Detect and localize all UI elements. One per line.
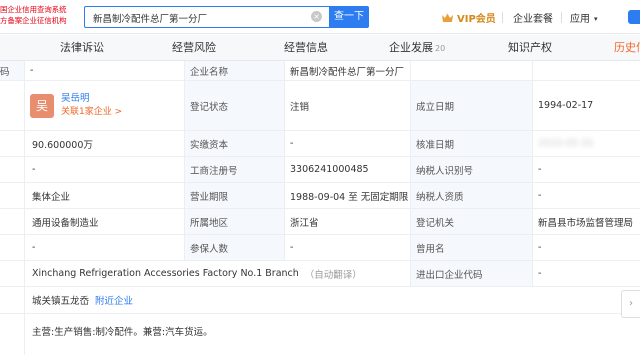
table-row: - 参保人数 - 曾用名 - bbox=[0, 235, 640, 261]
field-label: 登记状态 bbox=[184, 81, 284, 130]
divider bbox=[24, 61, 25, 355]
apps-menu[interactable]: 应用 ▾ bbox=[570, 10, 598, 25]
field-label: 登记机关 bbox=[410, 209, 532, 234]
tab-count: 20 bbox=[435, 44, 446, 53]
field-label: 成立日期 bbox=[410, 81, 532, 130]
field-value: 浙江省 bbox=[290, 217, 319, 229]
legal-rep-block: 吴 吴岳明 关联1家企业 > bbox=[30, 92, 122, 119]
field-label: 参保人数 bbox=[184, 235, 284, 260]
section-tabs: 法律诉讼 经营风险 经营信息 企业发展20 知识产权 历史信 bbox=[0, 35, 640, 61]
tab-label: 知识产权 bbox=[508, 41, 552, 54]
crown-icon bbox=[442, 13, 453, 22]
tab-risk[interactable]: 经营风险 bbox=[172, 35, 216, 61]
apps-label: 应用 bbox=[570, 14, 590, 25]
legal-rep-cell: 吴 吴岳明 关联1家企业 > bbox=[24, 81, 184, 130]
field-value: - bbox=[538, 268, 542, 279]
tab-business-info[interactable]: 经营信息 bbox=[284, 35, 328, 61]
field-value: 330624100048​5 bbox=[290, 164, 369, 175]
divider bbox=[184, 61, 185, 261]
chevron-right-icon[interactable]: › bbox=[621, 290, 640, 318]
field-label: 码 bbox=[0, 61, 24, 80]
field-value: - bbox=[32, 164, 36, 175]
field-value: 通用设备制造业 bbox=[32, 217, 99, 229]
tab-label: 经营风险 bbox=[172, 41, 216, 54]
field-value: - bbox=[538, 190, 542, 201]
company-name: 新昌制冷配件总厂第一分厂 bbox=[290, 66, 405, 78]
table-row: - 工商注册号 330624100048​5 纳税人识别号 - bbox=[0, 157, 640, 183]
tab-history[interactable]: 历史信 bbox=[614, 35, 640, 61]
related-companies-link[interactable]: 关联1家企业 > bbox=[61, 105, 122, 119]
vip-label: VIP会员 bbox=[457, 14, 496, 25]
logo-line-2: 方备案企业征信机构 bbox=[0, 16, 67, 25]
blurred-value: 2020-05-20 bbox=[538, 138, 594, 149]
divider bbox=[532, 61, 533, 287]
divider bbox=[561, 12, 562, 23]
field-value: - bbox=[290, 242, 294, 253]
field-label: 所属地区 bbox=[184, 209, 284, 234]
field-value: - bbox=[538, 164, 542, 175]
enterprise-package-link[interactable]: 企业套餐 bbox=[513, 10, 553, 25]
avatar: 吴 bbox=[30, 93, 54, 118]
site-logo[interactable]: 国企业信用查询系统 方备案企业征信机构 bbox=[0, 4, 77, 28]
status-value: 注销 bbox=[290, 101, 310, 113]
field-label: 核准日期 bbox=[410, 131, 532, 156]
field-value: 集体企业 bbox=[32, 191, 71, 203]
vip-link[interactable]: VIP会员 bbox=[441, 10, 496, 25]
field-value: - bbox=[290, 138, 294, 149]
field-label: 纳税人资质 bbox=[410, 183, 532, 208]
divider bbox=[284, 61, 285, 261]
auto-translate-note: （自动翻译） bbox=[304, 269, 362, 281]
divider bbox=[502, 12, 503, 23]
table-row: 码 - 企业名称 新昌制冷配件总厂第一分厂 bbox=[0, 61, 640, 81]
table-row: 集体企业 营业期限 1988-09-04 至 无固定期限 纳税人资质 - bbox=[0, 183, 640, 209]
search-box bbox=[84, 6, 329, 28]
tab-development[interactable]: 企业发展 20 bbox=[389, 35, 445, 61]
field-label: 企业名称 bbox=[184, 61, 284, 80]
table-row: 90.600000万 实缴资本 - 核准日期 2020-05-20 bbox=[0, 131, 640, 157]
close-circle-icon[interactable]: × bbox=[311, 11, 322, 22]
top-bar: 国企业信用查询系统 方备案企业征信机构 × 查一下 VIP会员 企业套餐 应用 ▾ bbox=[0, 0, 640, 34]
table-row: 城关镇五龙岙 附近企业 bbox=[0, 287, 640, 314]
divider bbox=[410, 61, 411, 287]
table-row: Xinchang Refrigeration Accessories Facto… bbox=[0, 261, 640, 287]
field-value: - bbox=[32, 242, 36, 253]
field-value: 1988-09-04 至 无固定期限 bbox=[290, 191, 409, 203]
english-name: Xinchang Refrigeration Accessories Facto… bbox=[32, 268, 299, 279]
table-row: 吴 吴岳明 关联1家企业 > 登记状态 注销 成立日期 1994-02-17 bbox=[0, 81, 640, 131]
business-scope: 主营:生产销售:制冷配件。兼营:汽车货运。 bbox=[32, 327, 213, 338]
search-button[interactable]: 查一下 bbox=[329, 6, 369, 28]
table-row: 主营:生产销售:制冷配件。兼营:汽车货运。 bbox=[0, 314, 640, 355]
chevron-down-icon: ▾ bbox=[594, 15, 598, 23]
search-input[interactable] bbox=[93, 10, 303, 25]
nearby-companies-link[interactable]: 附近企业 bbox=[95, 293, 133, 307]
address-cell: 城关镇五龙岙 附近企业 bbox=[24, 287, 620, 313]
field-label: 纳税人识别号 bbox=[410, 157, 532, 182]
field-label: 工商注册号 bbox=[184, 157, 284, 182]
side-badge-icon[interactable] bbox=[628, 10, 640, 24]
legal-rep-name[interactable]: 吴岳明 bbox=[61, 92, 122, 105]
field-label: 进出口企业代码 bbox=[410, 261, 532, 286]
tab-legal[interactable]: 法律诉讼 bbox=[60, 35, 104, 61]
field-value: - bbox=[30, 65, 34, 76]
tab-label: 企业发展 bbox=[389, 41, 433, 54]
field-label: 实缴资本 bbox=[184, 131, 284, 156]
field-label: 曾用名 bbox=[410, 235, 532, 260]
address-value: 城关镇五龙岙 bbox=[32, 296, 90, 307]
logo-line-1: 国企业信用查询系统 bbox=[0, 5, 67, 14]
field-value: 新昌县市场监督管理局 bbox=[538, 217, 634, 229]
legal-rep-info: 吴岳明 关联1家企业 > bbox=[61, 92, 122, 119]
field-value: 1994-02-17 bbox=[538, 100, 594, 111]
field-label: 营业期限 bbox=[184, 183, 284, 208]
table-row: 通用设备制造业 所属地区 浙江省 登记机关 新昌县市场监督管理局 bbox=[0, 209, 640, 235]
field-value: - bbox=[538, 242, 542, 253]
field-value: 90.600000万 bbox=[32, 139, 93, 151]
tab-label: 历史信 bbox=[614, 41, 640, 54]
english-name-cell: Xinchang Refrigeration Accessories Facto… bbox=[24, 261, 410, 286]
tab-label: 经营信息 bbox=[284, 41, 328, 54]
tab-ip[interactable]: 知识产权 bbox=[508, 35, 552, 61]
field-value: 2020-05-20 bbox=[532, 131, 640, 156]
tab-label: 法律诉讼 bbox=[60, 41, 104, 54]
